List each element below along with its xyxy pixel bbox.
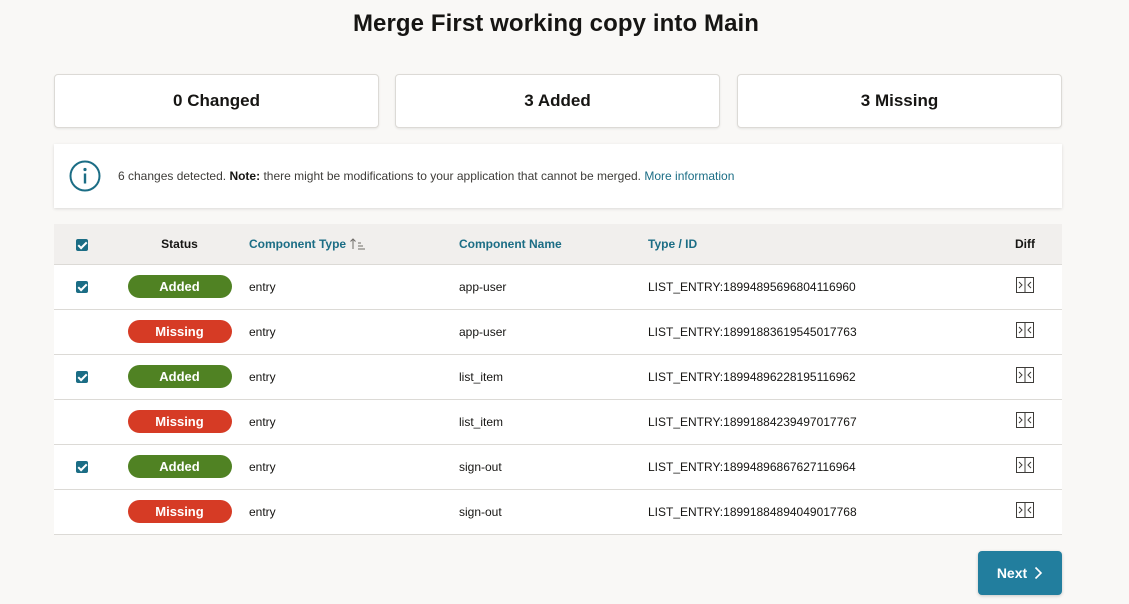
type-id-header[interactable]: Type / ID: [648, 224, 988, 264]
status-header: Status: [161, 236, 198, 251]
row-select-cell: [54, 489, 110, 534]
row-select-cell: [54, 309, 110, 354]
component-name-cell: app-user: [459, 324, 507, 339]
next-button-label: Next: [996, 565, 1028, 581]
diff-cell: [988, 309, 1062, 354]
compare-diff-icon[interactable]: [1016, 457, 1034, 473]
info-summary: 6 changes detected.: [118, 169, 227, 183]
status-cell: Missing: [110, 309, 249, 354]
next-button[interactable]: Next: [978, 551, 1062, 595]
component-type-cell: entry: [249, 279, 276, 294]
component-type-header[interactable]: Component Type: [249, 224, 459, 264]
row-checkbox[interactable]: [76, 371, 88, 384]
diff-cell: [988, 399, 1062, 444]
status-badge: Added: [127, 275, 232, 298]
select-all-checkbox[interactable]: [76, 238, 88, 251]
info-circle-icon: [69, 160, 101, 192]
table-row[interactable]: Added entry list_item LIST_ENTRY:1899489622…: [54, 354, 1062, 399]
note-text: there might be modifications to your app…: [263, 169, 642, 183]
row-select-cell: [54, 264, 110, 309]
compare-diff-icon[interactable]: [1016, 277, 1034, 293]
status-cell: Added: [110, 264, 249, 309]
chevron-right-icon: [1035, 566, 1043, 580]
changed-count-card: 0 Changed: [54, 74, 379, 128]
component-type-cell: entry: [249, 324, 276, 339]
table-row[interactable]: Missing entry sign-out LIST_ENTRY:189918848…: [54, 489, 1062, 534]
table-row[interactable]: Added entry app-user LIST_ENTRY:18994895696…: [54, 264, 1062, 309]
row-checkbox[interactable]: [76, 461, 88, 474]
component-type-cell: entry: [249, 459, 276, 474]
missing-count-card: 3 Missing: [737, 74, 1062, 128]
status-badge: Added: [127, 365, 232, 388]
added-count-card: 3 Added: [395, 74, 720, 128]
diff-header: Diff: [1015, 236, 1035, 251]
row-checkbox[interactable]: [76, 281, 88, 294]
type-id-cell: LIST_ENTRY:18994896867627116964: [648, 459, 856, 474]
info-message: 6 changes detected. Note: there might be…: [54, 144, 1062, 208]
row-select-cell: [54, 354, 110, 399]
type-id-cell: LIST_ENTRY:18991884894049017768: [648, 504, 857, 519]
table-row[interactable]: Missing entry app-user LIST_ENTRY:189918836…: [54, 309, 1062, 354]
status-badge: Missing: [127, 500, 232, 523]
compare-diff-icon[interactable]: [1016, 322, 1034, 338]
status-cell: Added: [110, 444, 249, 489]
status-badge: Added: [127, 455, 232, 478]
type-id-cell: LIST_ENTRY:18991883619545017763: [648, 324, 857, 339]
component-type-header-label: Component Type: [249, 236, 347, 251]
sort-ascending-icon: [350, 238, 366, 250]
component-type-cell: entry: [249, 369, 276, 384]
compare-diff-icon[interactable]: [1016, 412, 1034, 428]
status-badge: Missing: [127, 410, 232, 433]
component-name-cell: sign-out: [459, 459, 502, 474]
page-title: Merge First working copy into Main: [352, 10, 760, 37]
more-information-link[interactable]: More information: [644, 169, 734, 183]
type-id-cell: LIST_ENTRY:18994895696804116960: [648, 279, 856, 294]
diff-cell: [988, 444, 1062, 489]
component-type-cell: entry: [249, 504, 276, 519]
component-name-header[interactable]: Component Name: [459, 224, 648, 264]
table-row[interactable]: Missing entry list_item LIST_ENTRY:18991884…: [54, 399, 1062, 444]
status-cell: Added: [110, 354, 249, 399]
diff-cell: [988, 354, 1062, 399]
note-label: Note:: [229, 169, 261, 183]
row-select-cell: [54, 444, 110, 489]
component-name-cell: list_item: [459, 369, 504, 384]
status-cell: Missing: [110, 489, 249, 534]
component-name-cell: list_item: [459, 414, 504, 429]
row-select-cell: [54, 399, 110, 444]
info-text: 6 changes detected. Note: there might be…: [118, 169, 734, 183]
compare-diff-icon[interactable]: [1016, 367, 1034, 383]
diff-cell: [988, 264, 1062, 309]
diff-cell: [988, 489, 1062, 534]
component-name-cell: sign-out: [459, 504, 502, 519]
changes-table: Status Component Type Component Name Typ…: [54, 224, 1062, 535]
select-all-cell: [54, 224, 110, 264]
status-cell: Missing: [110, 399, 249, 444]
type-id-cell: LIST_ENTRY:18994896228195116962: [648, 369, 856, 384]
table-row[interactable]: Added entry sign-out LIST_ENTRY:18994896867…: [54, 444, 1062, 489]
type-id-cell: LIST_ENTRY:18991884239497017767: [648, 414, 857, 429]
status-badge: Missing: [127, 320, 232, 343]
component-type-cell: entry: [249, 414, 276, 429]
component-name-cell: app-user: [459, 279, 507, 294]
table-header-row: Status Component Type Component Name Typ…: [54, 224, 1062, 264]
compare-diff-icon[interactable]: [1016, 502, 1034, 518]
